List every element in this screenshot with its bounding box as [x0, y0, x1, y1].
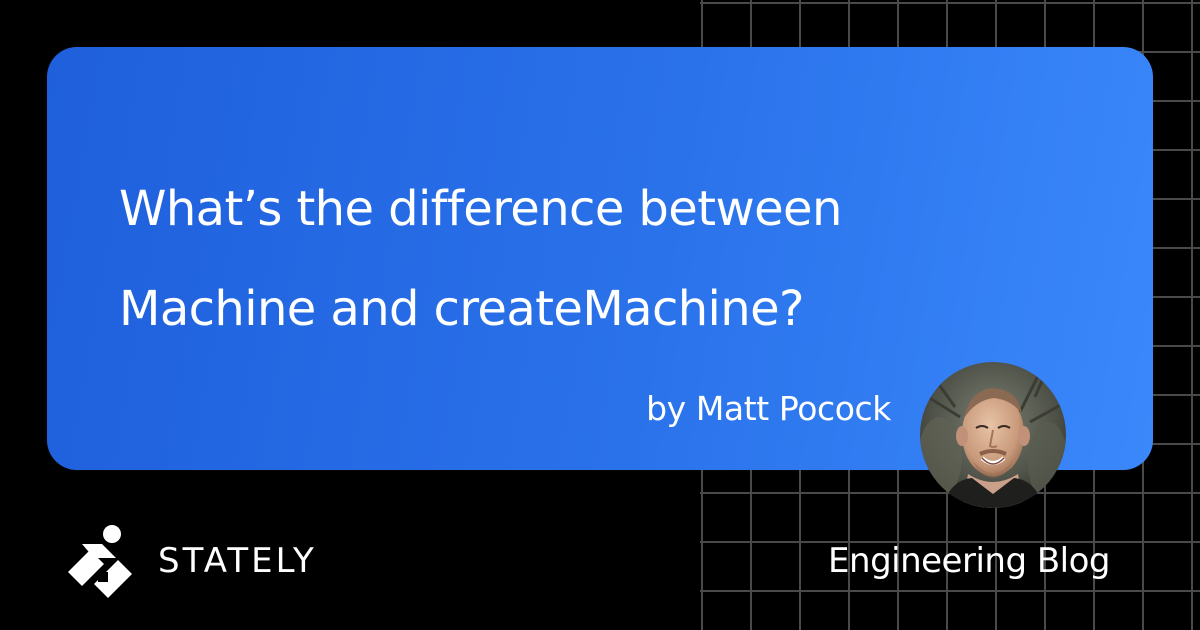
author-avatar [920, 362, 1066, 508]
post-title-line-2: Machine and createMachine? [119, 281, 805, 337]
stately-logo-icon [68, 525, 132, 598]
brand-name: STATELY [158, 541, 317, 581]
post-title: What’s the difference between Machine an… [119, 159, 1119, 359]
post-title-line-1: What’s the difference between [119, 181, 842, 237]
blog-section-label: Engineering Blog [828, 541, 1110, 581]
author-photo [920, 362, 1066, 508]
author-byline: by Matt Pocock [646, 389, 891, 428]
